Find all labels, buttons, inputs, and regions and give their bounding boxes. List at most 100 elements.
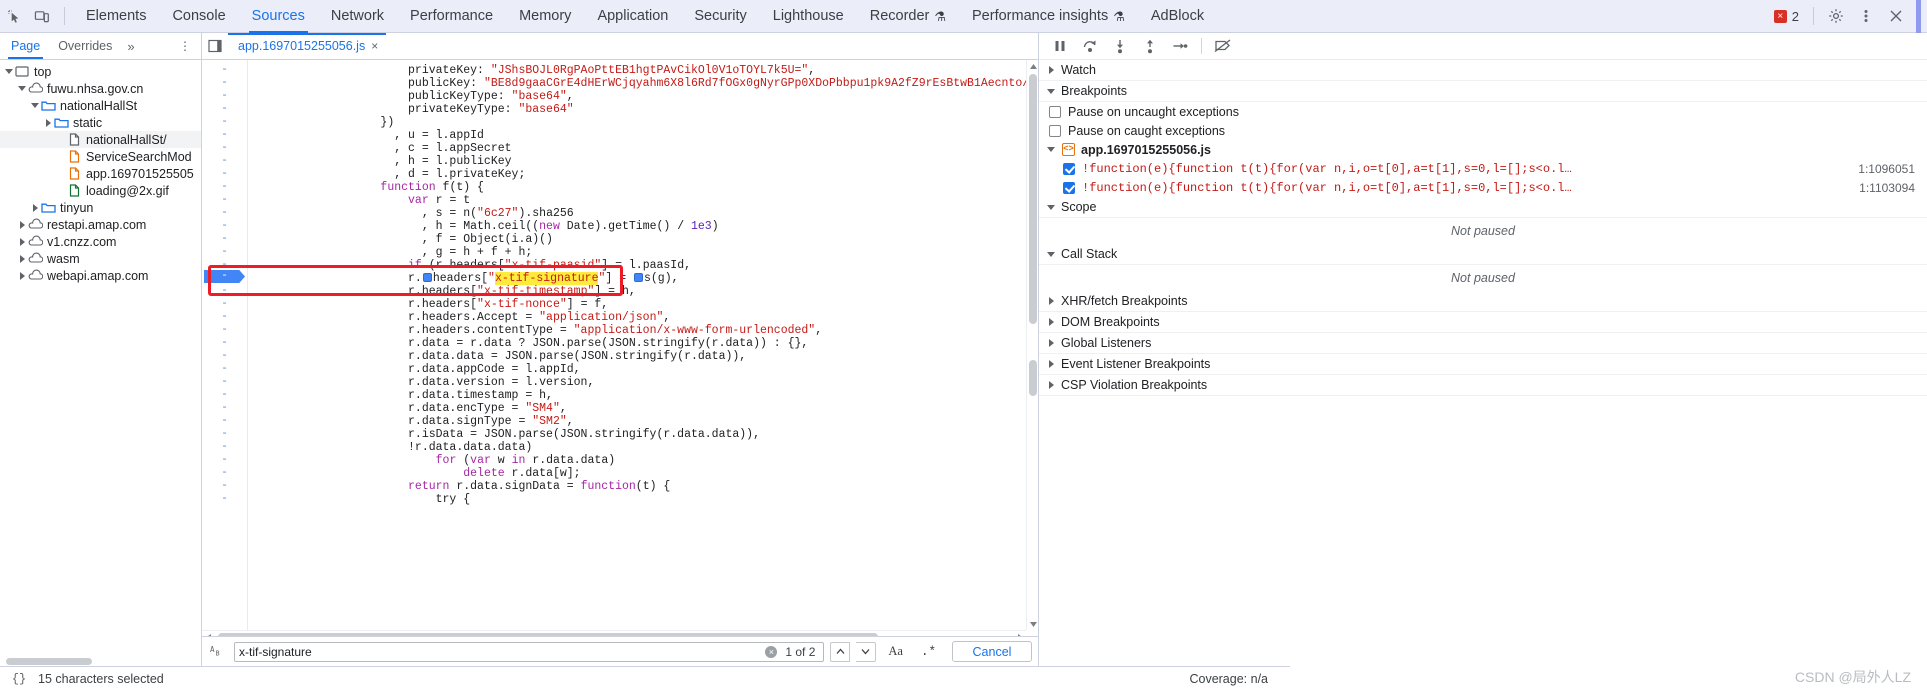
editor-vertical-scrollbar[interactable] <box>1026 60 1038 630</box>
tree-item[interactable]: nationalHallSt/ <box>0 131 201 148</box>
chevron-down-icon[interactable] <box>17 83 28 94</box>
gutter-line[interactable]: - <box>202 441 247 454</box>
code-line[interactable]: return r.data.signData = function(t) { <box>248 480 1038 493</box>
gutter-line[interactable]: - <box>202 103 247 116</box>
debugger-section-event-listener-breakpoints[interactable]: Event Listener Breakpoints <box>1039 354 1927 375</box>
editor-tab-app-js[interactable]: app.1697015255056.js × <box>228 33 387 59</box>
debugger-section-scope[interactable]: Scope <box>1039 197 1927 218</box>
gutter-line[interactable]: - <box>202 194 247 207</box>
navigator-kebab-menu-icon[interactable]: ⋮ <box>175 39 201 53</box>
gutter-line[interactable]: - <box>202 454 247 467</box>
error-count-badge[interactable]: × 2 <box>1768 9 1805 24</box>
panel-tab-security[interactable]: Security <box>681 0 759 33</box>
tree-item[interactable]: webapi.amap.com <box>0 267 201 284</box>
gutter-line[interactable]: - <box>202 90 247 103</box>
show-navigator-icon[interactable] <box>202 33 228 59</box>
tree-item[interactable]: app.169701525505 <box>0 165 201 182</box>
breakpoint-file-row[interactable]: <> app.1697015255056.js <box>1039 140 1927 159</box>
code-line[interactable]: r.isData = JSON.parse(JSON.stringify(r.d… <box>248 428 1038 441</box>
gutter-line[interactable]: - <box>202 207 247 220</box>
debugger-section-global-listeners[interactable]: Global Listeners <box>1039 333 1927 354</box>
panel-tab-console[interactable]: Console <box>159 0 238 33</box>
tree-item[interactable]: v1.cnzz.com <box>0 233 201 250</box>
navigator-horizontal-scrollbar[interactable] <box>0 656 202 666</box>
tree-item[interactable]: tinyun <box>0 199 201 216</box>
code-line[interactable]: r.data.data = JSON.parse(JSON.stringify(… <box>248 350 1038 363</box>
gutter-line[interactable]: - <box>202 233 247 246</box>
gutter-line[interactable]: - <box>202 467 247 480</box>
gutter-line[interactable]: - <box>202 142 247 155</box>
tree-item[interactable]: wasm <box>0 250 201 267</box>
panel-tab-performance-insights[interactable]: Performance insights ⚗ <box>959 0 1138 33</box>
breakpoint-row[interactable]: !function(e){function t(t){for(var n,i,o… <box>1039 178 1927 197</box>
panel-tab-lighthouse[interactable]: Lighthouse <box>760 0 857 33</box>
regex-toggle[interactable]: .* <box>915 645 942 659</box>
chevron-right-icon[interactable] <box>30 202 41 213</box>
nav-tab-overrides[interactable]: Overrides <box>49 33 121 59</box>
chevron-down-icon[interactable] <box>1047 145 1056 154</box>
checkbox[interactable] <box>1049 105 1061 118</box>
gutter-line[interactable]: - <box>202 220 247 233</box>
code-line[interactable]: !r.data.data.data) <box>248 441 1038 454</box>
panel-tab-memory[interactable]: Memory <box>506 0 584 33</box>
tree-item[interactable]: static <box>0 114 201 131</box>
kebab-menu-icon[interactable] <box>1852 3 1880 29</box>
code-line[interactable]: publicKey: "BE8d9gaaCGrE4dHErWCjqyahm6X8… <box>248 77 1038 90</box>
code-line[interactable]: r.headers.Accept = "application/json", <box>248 311 1038 324</box>
scrollbar-thumb-secondary[interactable] <box>1029 360 1037 396</box>
step-over-next-function-call-button[interactable] <box>1077 35 1103 57</box>
code-line[interactable]: publicKeyType: "base64", <box>248 90 1038 103</box>
source-code-content[interactable]: privateKey: "JShsBOJL0RgPAoPttEB1hgtPAvC… <box>248 60 1038 666</box>
panel-tab-sources[interactable]: Sources <box>239 0 318 33</box>
code-line[interactable]: r.data.encType = "SM4", <box>248 402 1038 415</box>
gutter-line[interactable]: - <box>202 116 247 129</box>
code-line[interactable]: delete r.data[w]; <box>248 467 1038 480</box>
value-tooltip-icon[interactable] <box>422 273 432 282</box>
more-tabs-icon[interactable]: » <box>121 39 140 54</box>
gutter-line[interactable]: - <box>202 428 247 441</box>
find-previous-button[interactable] <box>830 641 851 662</box>
gutter-line[interactable]: - <box>202 350 247 363</box>
chevron-right-icon[interactable] <box>43 117 54 128</box>
gutter-line[interactable]: - <box>202 493 247 506</box>
code-line[interactable]: if (r.headers["x-tif-paasid"] = l.paasId… <box>248 259 1038 272</box>
device-toolbar-icon[interactable] <box>28 3 56 29</box>
nav-tab-page[interactable]: Page <box>2 33 49 59</box>
line-number-gutter[interactable]: ---------------------------------- <box>202 60 248 666</box>
gutter-line[interactable]: - <box>202 155 247 168</box>
debugger-section-xhr-fetch-breakpoints[interactable]: XHR/fetch Breakpoints <box>1039 291 1927 312</box>
gear-icon[interactable] <box>1822 3 1850 29</box>
tree-item[interactable]: ServiceSearchMod <box>0 148 201 165</box>
code-line[interactable]: , u = l.appId <box>248 129 1038 142</box>
gutter-line[interactable]: - <box>202 337 247 350</box>
tree-item[interactable]: restapi.amap.com <box>0 216 201 233</box>
gutter-line[interactable]: - <box>202 285 247 298</box>
code-line[interactable]: function f(t) { <box>248 181 1038 194</box>
value-tooltip-icon[interactable] <box>634 273 643 282</box>
chevron-down-icon[interactable] <box>4 66 15 77</box>
code-line[interactable]: , h = l.publicKey <box>248 155 1038 168</box>
gutter-line[interactable]: - <box>202 363 247 376</box>
code-line[interactable]: r.data.version = l.version, <box>248 376 1038 389</box>
debugger-section-watch[interactable]: Watch <box>1039 60 1927 81</box>
code-line[interactable]: r.data.timestamp = h, <box>248 389 1038 402</box>
pause-option-row[interactable]: Pause on uncaught exceptions <box>1039 102 1927 121</box>
breakpoint-marker[interactable]: - <box>204 270 245 283</box>
chevron-right-icon[interactable] <box>17 270 28 281</box>
code-line[interactable]: for (var w in r.data.data) <box>248 454 1038 467</box>
code-line[interactable]: privateKey: "JShsBOJL0RgPAoPttEB1hgtPAvC… <box>248 64 1038 77</box>
tree-item[interactable]: top <box>0 63 201 80</box>
tree-item[interactable]: nationalHallSt <box>0 97 201 114</box>
gutter-line[interactable]: - <box>202 324 247 337</box>
match-case-toggle[interactable]: Aa <box>882 644 909 659</box>
tree-item[interactable]: fuwu.nhsa.gov.cn <box>0 80 201 97</box>
code-line[interactable]: , d = l.privateKey; <box>248 168 1038 181</box>
resume-script-execution-button[interactable] <box>1047 35 1073 57</box>
gutter-line[interactable]: - <box>202 77 247 90</box>
gutter-line[interactable]: - <box>202 402 247 415</box>
code-line[interactable]: , c = l.appSecret <box>248 142 1038 155</box>
code-line[interactable]: try { <box>248 493 1038 506</box>
find-input[interactable] <box>239 644 766 659</box>
gutter-line[interactable]: - <box>202 129 247 142</box>
pause-option-row[interactable]: Pause on caught exceptions <box>1039 121 1927 140</box>
